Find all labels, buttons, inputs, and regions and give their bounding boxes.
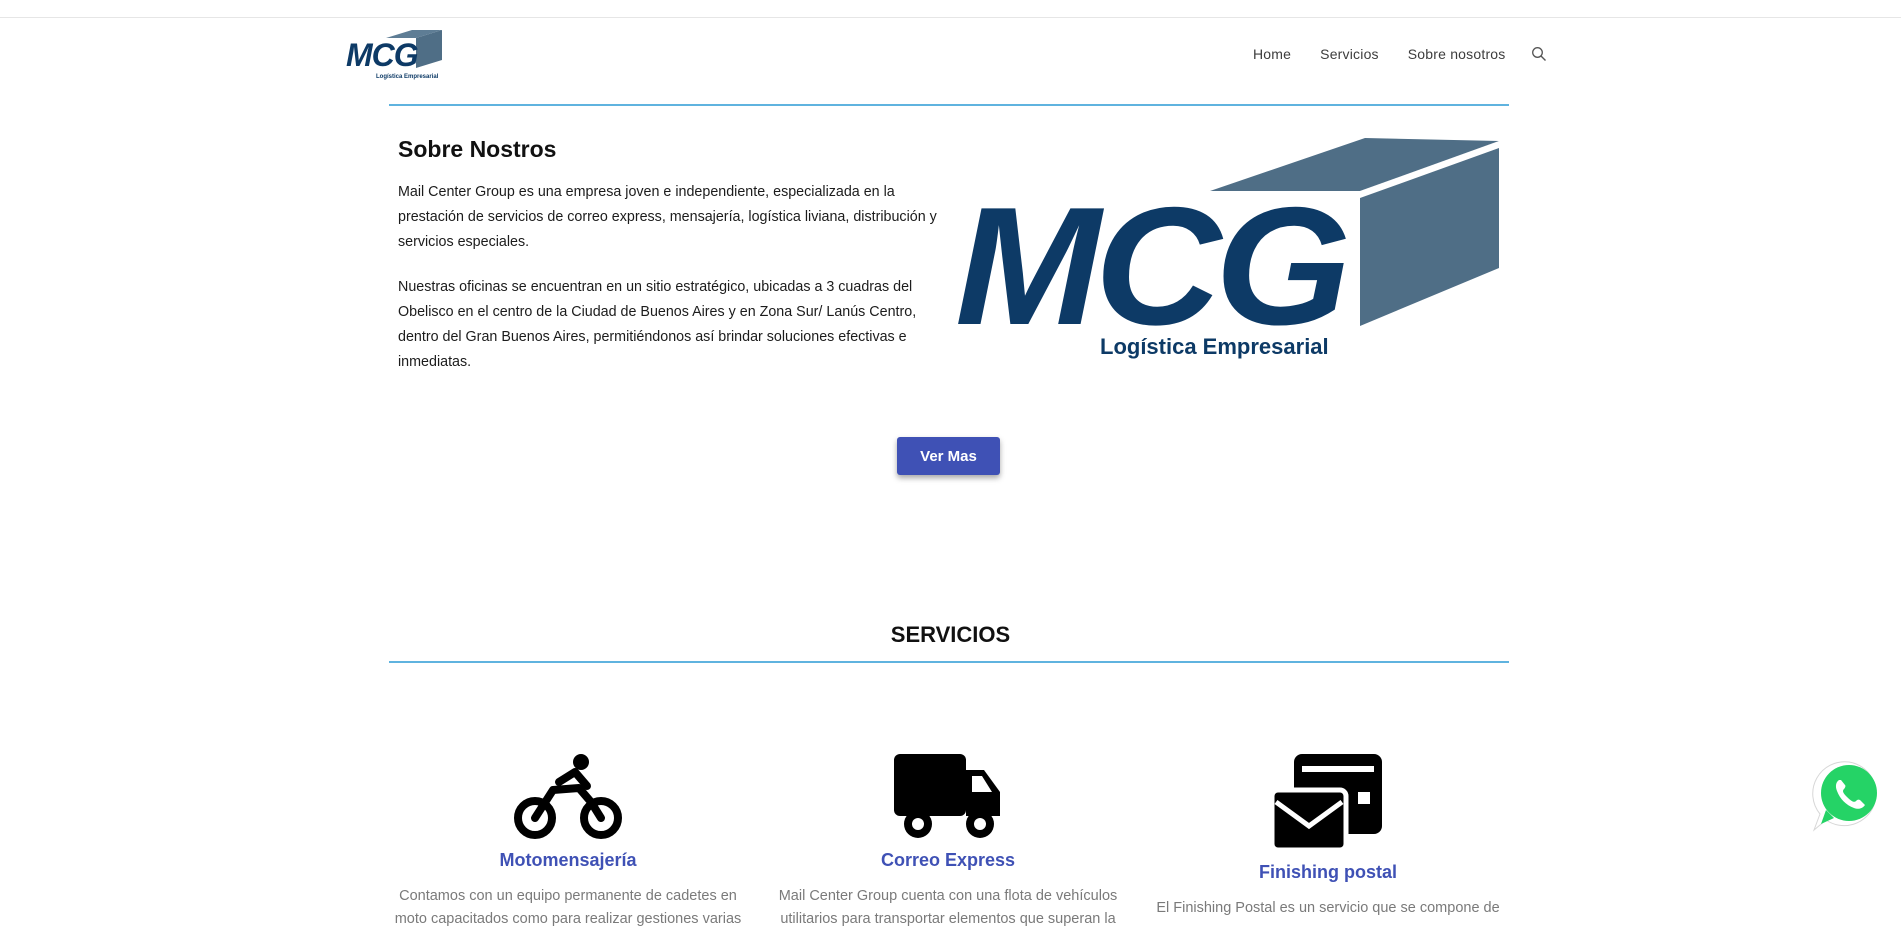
- main-nav: Home Servicios Sobre nosotros: [1253, 46, 1547, 62]
- logo-tagline: Logística Empresarial: [1100, 334, 1329, 359]
- about-title: Sobre Nostros: [398, 136, 557, 162]
- search-icon[interactable]: [1531, 46, 1547, 62]
- mcg-logo-large: MCG Logística Empresarial: [955, 138, 1499, 360]
- services-divider: [389, 661, 1509, 663]
- service-text: Mail Center Group cuenta con una flota d…: [778, 888, 1118, 927]
- about-text: Mail Center Group es una empresa joven e…: [398, 180, 938, 395]
- logo-text: MCG: [955, 172, 1346, 360]
- service-title: Correo Express: [880, 850, 1016, 870]
- service-card-finishing-postal: Finishing postal El Finishing Postal es …: [1148, 752, 1508, 920]
- truck-icon: [894, 754, 1000, 838]
- service-text: Contamos con un equipo permanente de cad…: [394, 888, 742, 927]
- about-paragraph: Mail Center Group es una empresa joven e…: [398, 184, 937, 250]
- service-title: Finishing postal: [1259, 862, 1397, 882]
- about-divider: [389, 104, 1509, 106]
- about-paragraph: Nuestras oficinas se encuentran en un si…: [398, 279, 917, 370]
- logo-text: MCG: [346, 37, 418, 73]
- services-title: SERVICIOS: [890, 622, 1011, 647]
- whatsapp-icon[interactable]: [1812, 758, 1886, 832]
- logo-tagline: Logística Empresarial: [376, 74, 439, 80]
- nav-servicios[interactable]: Servicios: [1320, 46, 1379, 62]
- service-text: El Finishing Postal es un servicio que s…: [1156, 900, 1500, 916]
- nav-home[interactable]: Home: [1253, 46, 1291, 62]
- ver-mas-button[interactable]: Ver Mas: [897, 437, 1000, 475]
- nav-sobre-nosotros[interactable]: Sobre nosotros: [1408, 46, 1506, 62]
- service-card-correo-express: Correo Express Mail Center Group cuenta …: [768, 752, 1128, 931]
- envelopes-icon: [1272, 754, 1382, 852]
- top-bar: [0, 0, 1901, 18]
- site-logo[interactable]: MCG Logística Empresarial: [346, 30, 464, 82]
- service-title: Motomensajería: [499, 850, 637, 870]
- service-card-motomensajeria: Motomensajería Contamos con un equipo pe…: [388, 752, 748, 931]
- motorcycle-icon: [514, 754, 622, 839]
